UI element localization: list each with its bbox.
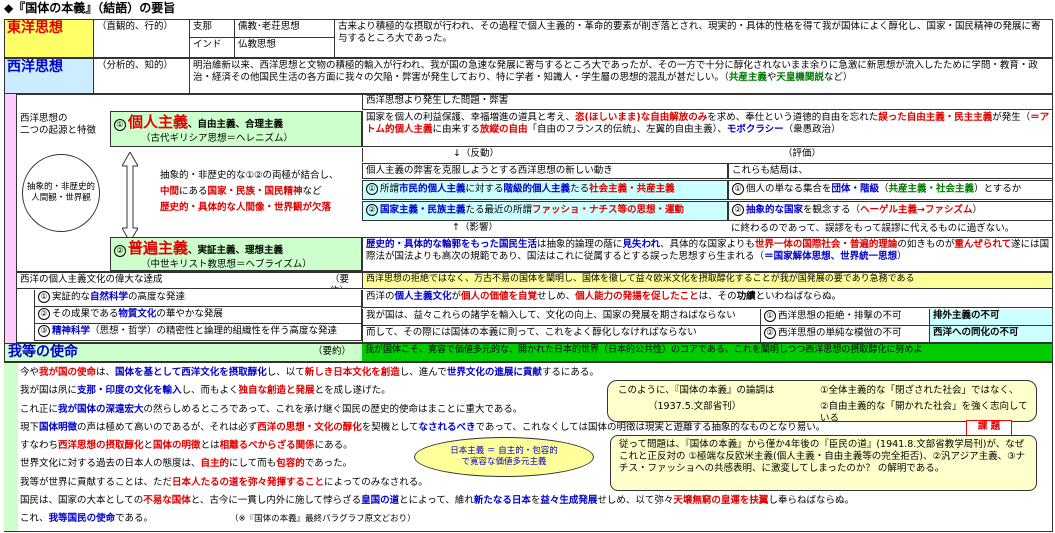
summary-box: このように、『国体の本義』の論調は ①全体主義的な「閉ざされた社会」ではなく、 …	[607, 380, 1037, 422]
problems-header: 西洋思想より発生した問題・弊害	[362, 94, 1053, 110]
culture-yoyaku: （要約）	[327, 273, 362, 289]
mission-side-strip	[4, 363, 18, 531]
reaction-row-1: ① 所謂市民的個人主義に対する階級的個人主義たる社会主義・共産主義	[362, 180, 728, 200]
mission-line: これ、我等国民の使命である。	[20, 513, 154, 525]
west-side-strip	[4, 94, 16, 343]
double-arrow-icon	[122, 152, 138, 242]
mission-line: 国民は、国家の大本としての不易な国体と、古今に一貫し内外に施して悖らざる皇国の道…	[20, 495, 854, 507]
bad-1: ① 西洋思想の拒絶・排撃の不可	[760, 309, 930, 326]
mission-label: 我等の使命	[8, 344, 78, 360]
school-confucian: 儒教･老荘思想	[235, 20, 334, 38]
reaction-sub: 個人主義の弊害を克服しようとする西洋思想の新しい動き	[362, 163, 728, 179]
west-text: 明治維新以来、西洋思想と文物の積極的輸入が行われ、我が国の急速な発展に寄与すると…	[189, 59, 1052, 93]
west-label: 西洋思想	[7, 59, 63, 75]
reaction-row-2: ② 国家主義・民族主義たる最近の所謂ファッショ・ナチス等の思想・運動	[362, 201, 728, 221]
mission-note: （※『国体の本義』最終パラグラフ原文どおり）	[230, 514, 416, 524]
japanism-bubble: 日本主義 ＝ 自主的・包容的 で寛容な価値多元主義	[414, 437, 594, 477]
culture-right-row-1: 西洋の個人主義文化が個人の価値を自覚せしめ、個人能力の発揚を促したことは、その功…	[362, 290, 1052, 308]
individualism-box: ① 個人主義、自由主義、合理主義 （古代ギリシア思想＝ヘレニズム）	[110, 111, 362, 147]
mission-summary: 我が国体こそ、寛容で価値多元的な、開かれた日本的世界（日本的公共性）のコアである…	[362, 344, 1052, 361]
culture-item-1: ① 実証的な自然科学の高度な発達	[34, 290, 362, 307]
universalism-name: 普遍主義	[128, 239, 189, 257]
culture-item-3: ③ 精神科学（思想・哲学）の精密性と論理的組織性を伴う高度な発達	[34, 324, 362, 341]
influence-label: ↑（影響）	[452, 222, 498, 233]
culture-items: ① 実証的な自然科学の高度な発達 ② その成果である物質文化の華やかな発展 ③ 精神科…	[34, 290, 362, 342]
bad-2: ② 西洋思想の単純な模倣の不可	[760, 326, 930, 342]
individualism-name: 個人主義	[128, 113, 189, 131]
page-title: ◆『国体の本義』（結語）の要旨	[4, 1, 176, 15]
mission-yoyaku: （要約）	[313, 346, 352, 357]
culture-right-header: 西洋思想の拒絶ではなく、万古不易の国体を闡明し、国体を徹して益々欧米文化を摂取醇…	[362, 273, 1052, 289]
reaction-header-row: ↓（反動） （評価）	[362, 148, 1053, 162]
origins-label: 西洋思想の 二つの起源と特徴	[20, 113, 97, 136]
universalism-problem: 歴史的・具体的な輪郭をもった国民生活は抽象的論理の蔭に見失われ、具体的な国家より…	[362, 237, 1053, 271]
evaluation-row-1: ① 個人の単なる集合を団体・階級（共産主義・社会主義）とするか	[728, 180, 1053, 200]
evaluation-sub: これらも結局は、	[728, 163, 1053, 179]
mission-label-cell: 我等の使命	[8, 344, 128, 361]
universalism-box: ② 普遍主義、実証主義、理想主義 （中世キリスト教思想＝ヘブライズム）	[110, 237, 362, 271]
east-label-cell: 東洋思想	[5, 20, 93, 57]
bad-2-right: 西洋への同化の不可	[930, 326, 1052, 342]
region-china: 支那	[190, 20, 234, 38]
culture-right-row-2: 我が国は、益々これらの諸学を輸入して、文化の向上、国家の発展を期さねばならない	[362, 309, 760, 326]
abstract-worldview-circle: 抽象的・非歴史的 人間観・世界観	[22, 154, 100, 232]
evaluation-tail: に終わるのであって、誤謬をもって誤謬に代えるものに過ぎない。	[731, 223, 1015, 234]
east-regions: 支那 インド	[189, 20, 234, 57]
east-text: 古来より積極的な摂取が行われ、その過程で個人主義的・革命的要素が削ぎ落とされ、現…	[334, 20, 1052, 57]
east-label: 東洋思想	[7, 20, 63, 36]
culture-right-row-3: 而して、その際には国体の本義に則って、これをよく醇化しなければならない	[362, 326, 760, 342]
issue-box: 従って問題は、『国体の本義』から僅か4年後の『臣民の道』(1941.8.文部省教…	[610, 435, 1037, 491]
culture-item-2: ② その成果である物質文化の華やかな発展	[34, 307, 362, 324]
region-india: インド	[193, 39, 222, 50]
west-type: （分析的、知的）	[93, 59, 189, 93]
school-buddhist: 仏教思想	[238, 39, 277, 50]
west-label-cell: 西洋思想	[5, 59, 93, 93]
bad-1-right: 排外主義の不可	[930, 309, 1052, 326]
east-schools: 儒教･老荘思想 仏教思想	[234, 20, 334, 57]
evaluation-row-2: ② 抽象的な国家を観念する（ヘーゲル主義→ファシズム）	[728, 201, 1053, 221]
culture-header: 西洋の個人主義文化の偉大な達成	[17, 273, 327, 289]
east-type: （直観的、行的）	[93, 20, 189, 57]
individualism-problem: 国家を個人の利益保護、幸福増進の道具と考え、恣(ほしいまま)な自由解放のみを求め…	[362, 111, 1053, 147]
kadai-label: 課 題	[966, 420, 1012, 436]
middle-text: 抽象的・非歴史的な①②の両極が結合し、 中間にある国家・民族・国民精神など 歴史…	[160, 170, 339, 214]
